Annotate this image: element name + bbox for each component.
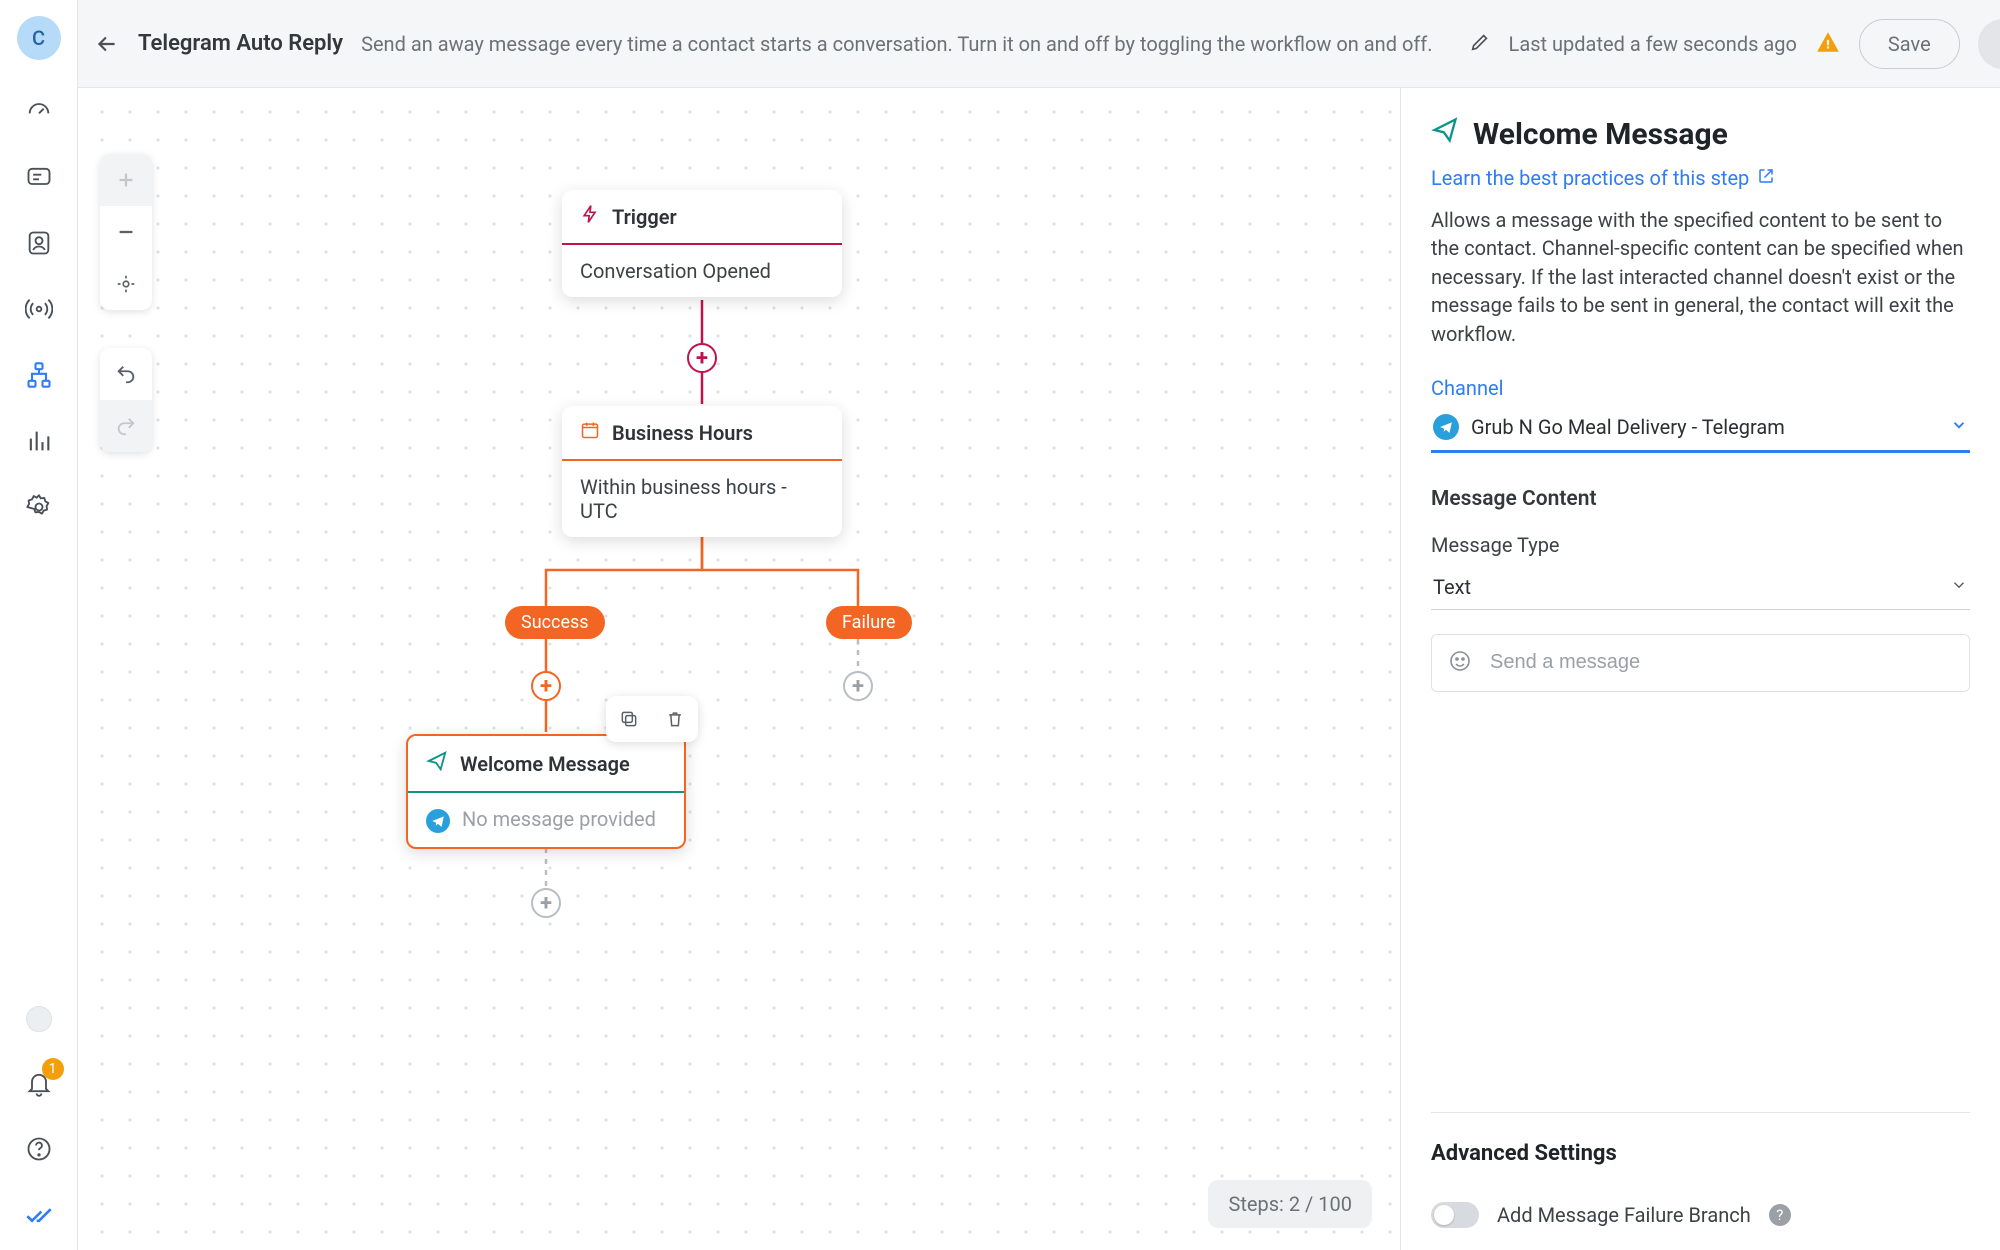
nav-broadcast[interactable] bbox=[24, 294, 54, 324]
help-icon[interactable]: ? bbox=[1769, 1204, 1791, 1226]
node-body: No message provided bbox=[408, 793, 684, 847]
branch-success-chip: Success bbox=[505, 606, 605, 639]
calendar-icon bbox=[580, 420, 600, 445]
send-icon bbox=[426, 750, 448, 777]
notification-badge: 1 bbox=[42, 1058, 64, 1080]
node-welcome-message[interactable]: Welcome Message No message provided bbox=[406, 734, 686, 849]
chevron-down-icon bbox=[1950, 575, 1968, 599]
branch-failure-chip: Failure bbox=[826, 606, 912, 639]
redo-button[interactable] bbox=[100, 400, 152, 452]
message-type-select[interactable]: Text bbox=[1431, 565, 1970, 610]
best-practices-link[interactable]: Learn the best practices of this step bbox=[1431, 166, 1970, 190]
channel-label: Channel bbox=[1431, 376, 1970, 400]
add-step-after-success[interactable]: + bbox=[531, 671, 561, 701]
node-business-hours[interactable]: Business Hours Within business hours - U… bbox=[562, 406, 842, 537]
failure-branch-toggle[interactable] bbox=[1431, 1202, 1479, 1228]
message-content-heading: Message Content bbox=[1431, 487, 1970, 511]
failure-branch-label: Add Message Failure Branch bbox=[1497, 1203, 1751, 1227]
nav-blank[interactable] bbox=[26, 1006, 52, 1032]
emoji-button[interactable] bbox=[1448, 649, 1472, 677]
canvas-zoom-tools bbox=[100, 154, 152, 310]
message-input[interactable] bbox=[1488, 650, 1953, 675]
back-button[interactable] bbox=[94, 24, 120, 64]
nav-contacts[interactable] bbox=[24, 228, 54, 258]
lightning-icon bbox=[580, 204, 600, 229]
telegram-icon bbox=[1433, 414, 1459, 440]
save-button[interactable]: Save bbox=[1859, 19, 1960, 69]
zoom-out-button[interactable] bbox=[100, 206, 152, 258]
undo-button[interactable] bbox=[100, 348, 152, 400]
node-actions bbox=[606, 696, 698, 742]
nav-workflows[interactable] bbox=[24, 360, 54, 390]
nav-notifications[interactable]: 1 bbox=[24, 1068, 54, 1098]
zoom-in-button[interactable] bbox=[100, 154, 152, 206]
external-link-icon bbox=[1757, 166, 1775, 190]
delete-node-button[interactable] bbox=[652, 696, 698, 742]
nav-inbox[interactable] bbox=[24, 162, 54, 192]
workflow-canvas[interactable]: + + + + Success Failure Trigger Conversa… bbox=[78, 88, 1400, 1250]
message-type-label: Message Type bbox=[1431, 533, 1970, 557]
channel-select[interactable]: Grub N Go Meal Delivery - Telegram bbox=[1431, 406, 1970, 453]
node-title: Welcome Message bbox=[460, 752, 630, 776]
warning-icon[interactable] bbox=[1815, 29, 1841, 59]
add-step-after-failure[interactable]: + bbox=[843, 671, 873, 701]
telegram-icon bbox=[426, 809, 450, 833]
workflow-title: Telegram Auto Reply bbox=[138, 31, 343, 56]
nav-double-check[interactable] bbox=[24, 1200, 54, 1230]
failure-branch-row: Add Message Failure Branch ? bbox=[1431, 1202, 1970, 1228]
canvas-history-tools bbox=[100, 348, 152, 452]
advanced-settings-heading: Advanced Settings bbox=[1431, 1141, 1970, 1166]
send-icon bbox=[1431, 116, 1459, 152]
panel-title: Welcome Message bbox=[1431, 116, 1970, 152]
add-step-after-welcome[interactable]: + bbox=[531, 888, 561, 918]
details-panel: Welcome Message Learn the best practices… bbox=[1400, 88, 2000, 1250]
nav-settings[interactable] bbox=[24, 492, 54, 522]
nav-reports[interactable] bbox=[24, 426, 54, 456]
avatar[interactable]: C bbox=[17, 16, 61, 60]
node-body: Within business hours - UTC bbox=[562, 461, 842, 537]
node-body: Conversation Opened bbox=[562, 245, 842, 297]
edit-icon[interactable] bbox=[1469, 31, 1491, 57]
message-input-row bbox=[1431, 634, 1970, 692]
node-title: Trigger bbox=[612, 205, 677, 229]
nav-dashboard[interactable] bbox=[24, 96, 54, 126]
topbar: Telegram Auto Reply Send an away message… bbox=[78, 0, 2000, 88]
publish-button[interactable]: Publish bbox=[1978, 19, 2000, 69]
node-title: Business Hours bbox=[612, 421, 753, 445]
fit-view-button[interactable] bbox=[100, 258, 152, 310]
node-trigger[interactable]: Trigger Conversation Opened bbox=[562, 190, 842, 297]
nav-rail: C 1 bbox=[0, 0, 78, 1250]
copy-node-button[interactable] bbox=[606, 696, 652, 742]
nav-help[interactable] bbox=[24, 1134, 54, 1164]
workflow-subtitle: Send an away message every time a contac… bbox=[361, 32, 1432, 56]
chevron-down-icon bbox=[1950, 415, 1968, 439]
steps-counter: Steps: 2 / 100 bbox=[1208, 1180, 1372, 1228]
last-updated: Last updated a few seconds ago bbox=[1509, 32, 1797, 56]
panel-description: Allows a message with the specified cont… bbox=[1431, 206, 1970, 348]
add-step-after-trigger[interactable]: + bbox=[687, 343, 717, 373]
